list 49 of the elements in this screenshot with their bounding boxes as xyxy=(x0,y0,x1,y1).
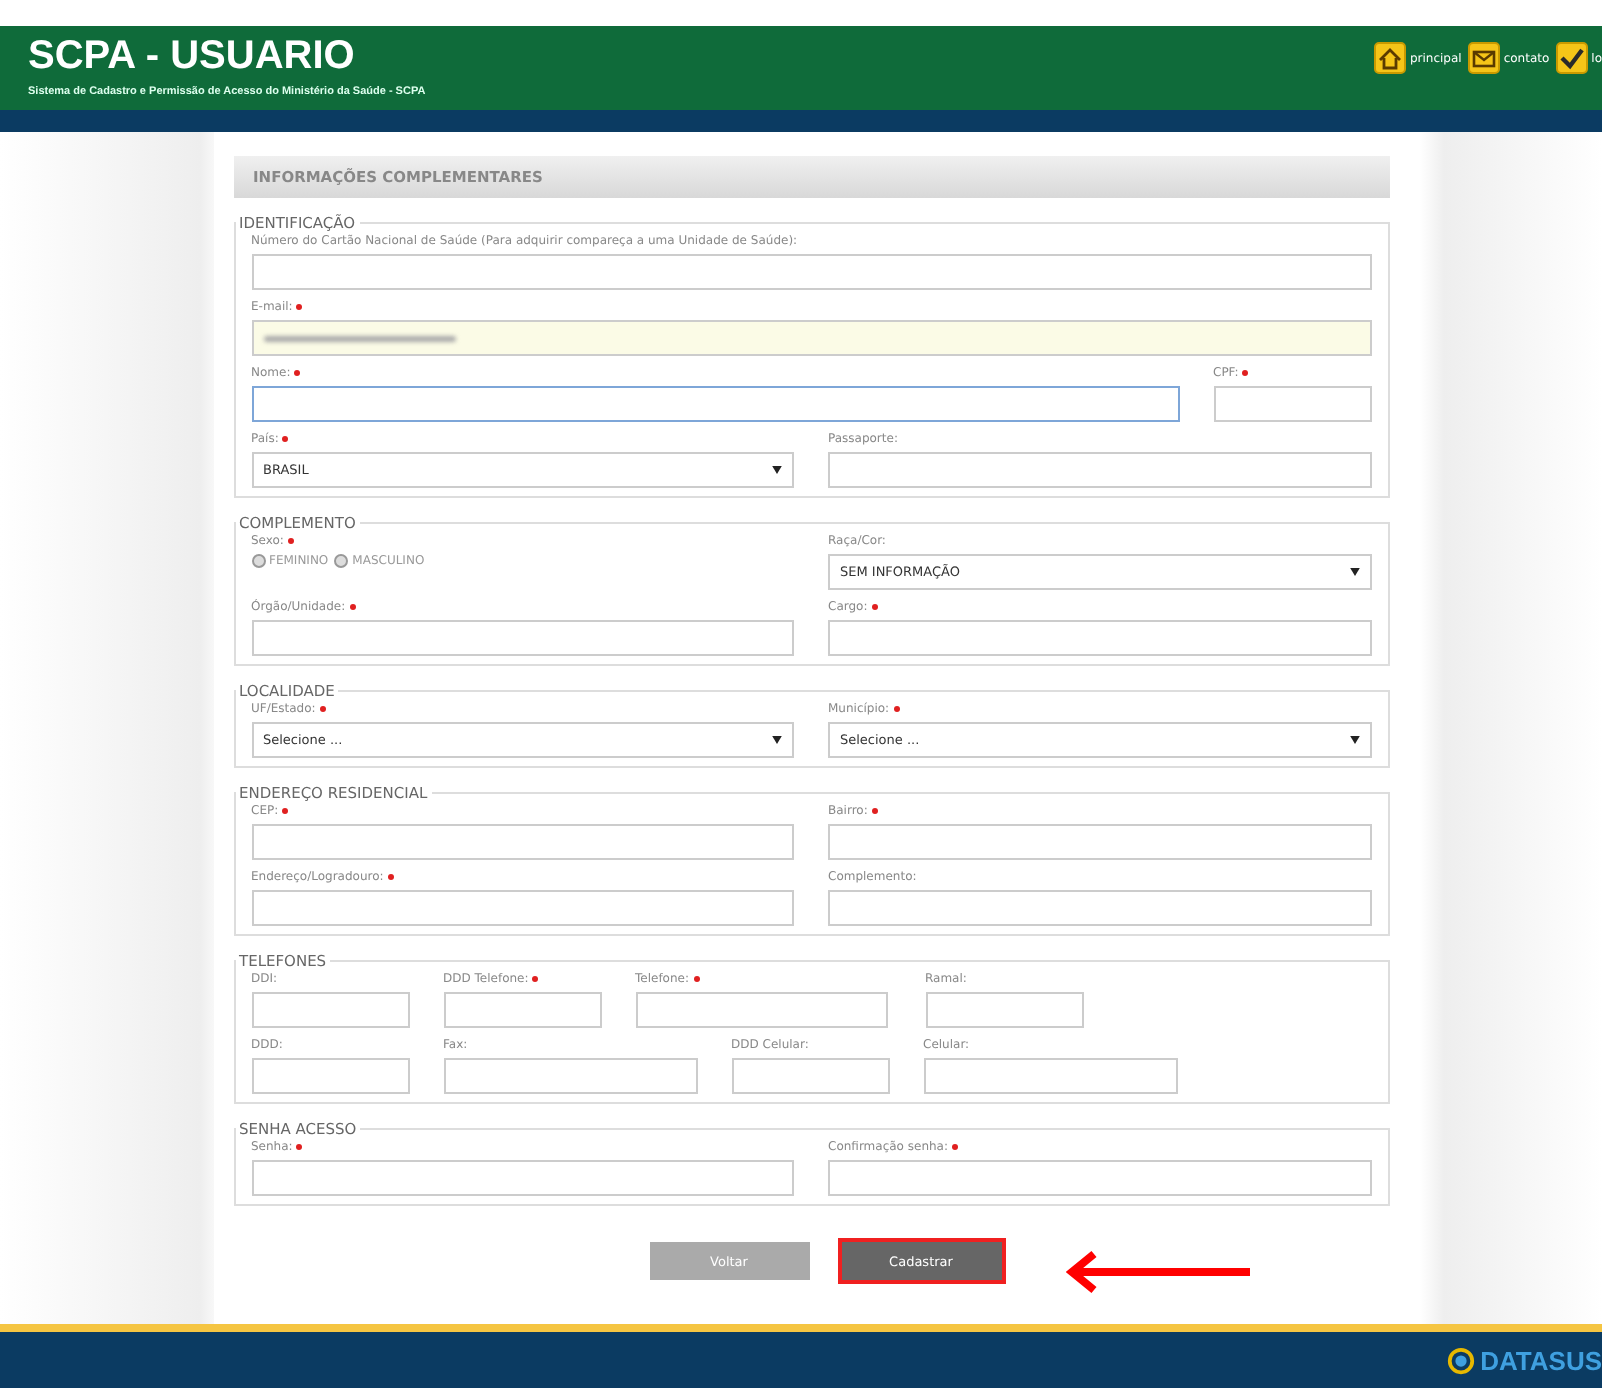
input-field[interactable] xyxy=(828,1160,1371,1196)
required-mark xyxy=(349,604,356,610)
caret-icon xyxy=(1349,568,1359,576)
radio-button[interactable] xyxy=(334,554,349,568)
app-title: SCPA - USUARIO xyxy=(28,34,357,78)
radio-button[interactable] xyxy=(251,554,265,568)
required-mark xyxy=(296,1144,303,1150)
input-field[interactable] xyxy=(443,992,601,1028)
required-mark xyxy=(871,604,878,610)
required-mark xyxy=(282,436,289,442)
input-field[interactable] xyxy=(925,992,1083,1028)
input-field[interactable] xyxy=(1213,386,1371,422)
input-field[interactable] xyxy=(251,386,1179,422)
required-mark xyxy=(387,874,394,880)
required-mark xyxy=(296,304,303,310)
checkmark-icon xyxy=(1555,42,1588,74)
input-field[interactable] xyxy=(251,620,794,656)
required-mark xyxy=(952,1144,958,1150)
required-mark xyxy=(1242,370,1249,376)
input-field[interactable] xyxy=(828,890,1371,926)
envelope-icon xyxy=(1467,42,1500,74)
input-field[interactable] xyxy=(731,1058,889,1094)
input-field[interactable] xyxy=(251,890,794,926)
input-field[interactable] xyxy=(828,824,1371,860)
input-field[interactable] xyxy=(251,1058,409,1094)
required-mark xyxy=(893,706,900,712)
required-mark xyxy=(532,976,539,982)
input-field[interactable] xyxy=(251,1160,794,1196)
input-field[interactable] xyxy=(251,320,1371,356)
required-mark xyxy=(319,706,326,712)
input-field[interactable] xyxy=(828,452,1371,488)
required-mark xyxy=(693,976,699,982)
input-field[interactable] xyxy=(828,620,1371,656)
caret-icon xyxy=(1349,736,1359,744)
input-field[interactable] xyxy=(251,992,409,1028)
input-field[interactable] xyxy=(923,1058,1177,1094)
required-mark xyxy=(287,538,294,544)
input-field[interactable] xyxy=(443,1058,697,1094)
required-mark xyxy=(294,370,301,376)
required-mark xyxy=(282,808,289,814)
required-mark xyxy=(871,808,878,814)
input-field[interactable] xyxy=(251,824,794,860)
caret-icon xyxy=(772,736,782,744)
input-field[interactable] xyxy=(251,254,1371,290)
logo-icon xyxy=(1446,1345,1477,1375)
input-field[interactable] xyxy=(635,992,887,1028)
caret-icon xyxy=(772,466,782,474)
home-icon xyxy=(1373,42,1406,74)
logo-text: DATASUS xyxy=(1480,1345,1602,1375)
